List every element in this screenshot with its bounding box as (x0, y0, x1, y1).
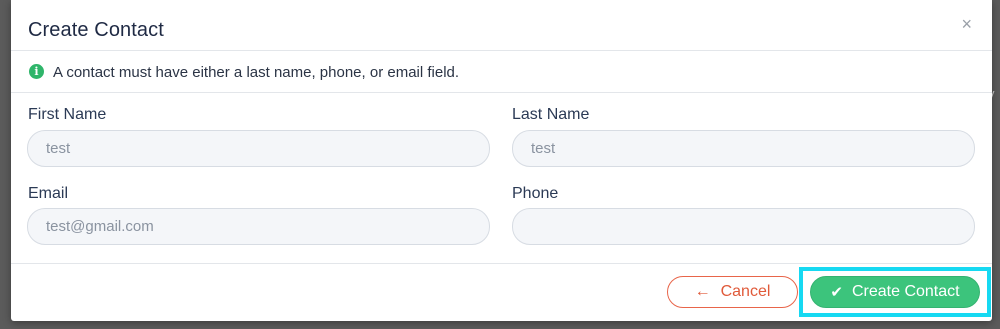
modal-footer: ← Cancel ✔ Create Contact (11, 264, 992, 320)
notice-text: A contact must have either a last name, … (53, 64, 460, 81)
close-icon[interactable]: × (961, 14, 972, 34)
email-input[interactable] (27, 208, 490, 245)
first-name-label: First Name (28, 106, 107, 123)
arrow-left-icon: ← (694, 283, 711, 300)
phone-label: Phone (512, 185, 559, 202)
modal-header: Create Contact × (11, 0, 992, 51)
phone-input[interactable] (512, 208, 975, 245)
info-icon: i (29, 64, 44, 79)
create-contact-label: Create Contact (851, 283, 960, 300)
cancel-label: Cancel (720, 283, 771, 300)
last-name-label: Last Name (512, 106, 590, 123)
last-name-input[interactable] (512, 130, 975, 167)
info-notice: i A contact must have either a last name… (11, 51, 992, 93)
contact-form: First Name Last Name Email Phone (11, 93, 992, 264)
email-label: Email (28, 185, 69, 202)
checkmark-icon: ✔ (830, 284, 843, 301)
create-contact-button[interactable]: ✔ Create Contact (810, 276, 980, 308)
modal-title: Create Contact (28, 19, 164, 41)
first-name-input[interactable] (27, 130, 490, 167)
create-contact-modal: Create Contact × i A contact must have e… (11, 0, 992, 321)
cancel-button[interactable]: ← Cancel (667, 276, 798, 308)
